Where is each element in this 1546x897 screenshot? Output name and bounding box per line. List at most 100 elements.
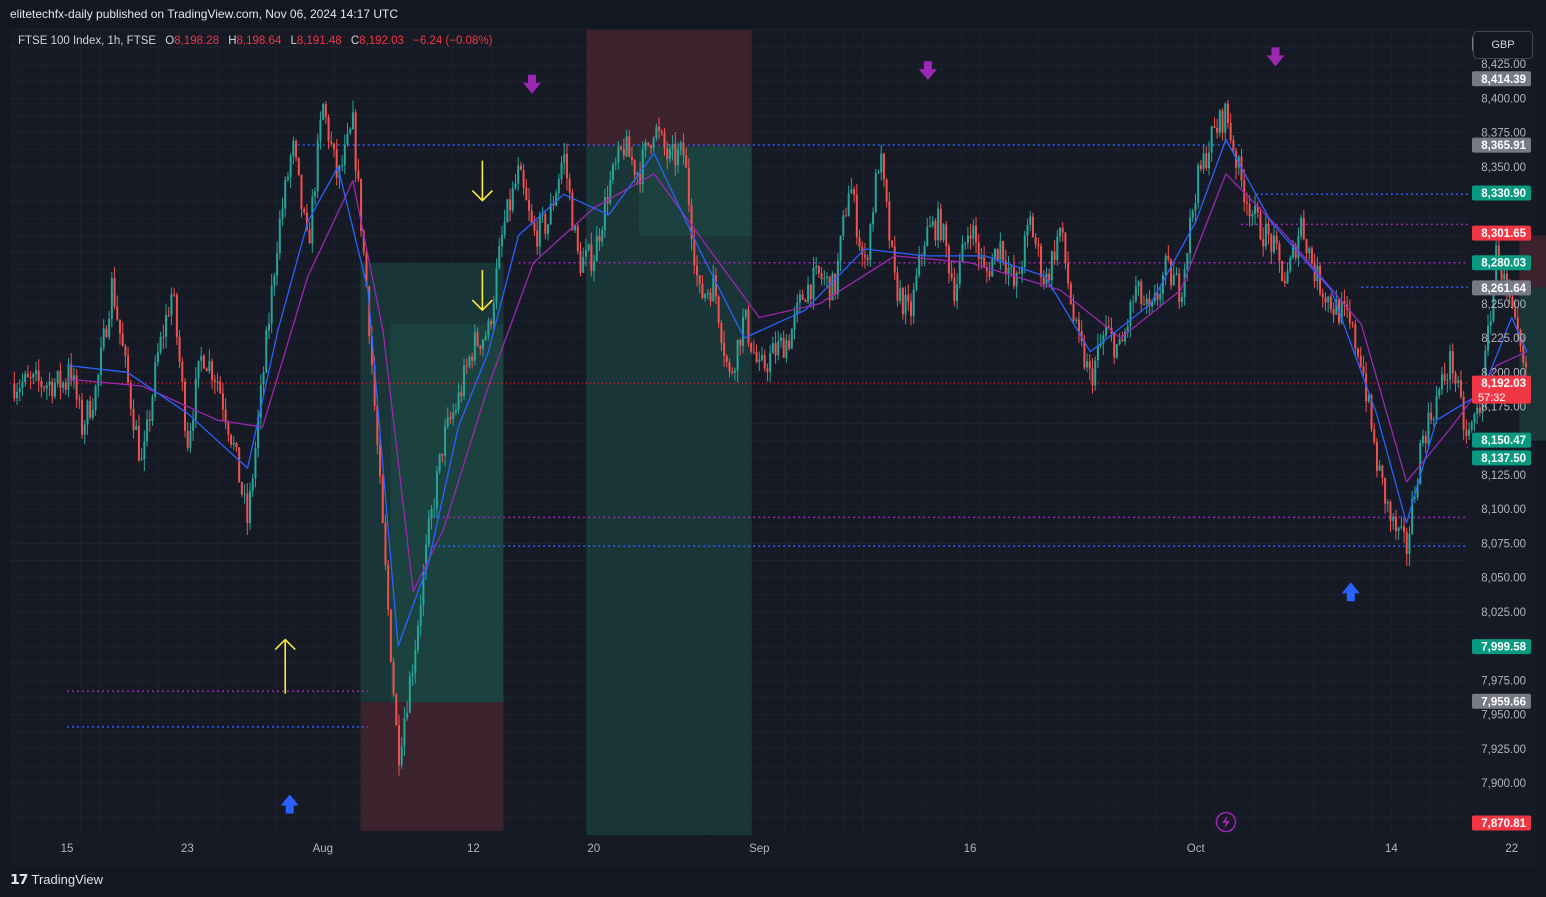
candle-body xyxy=(882,153,885,180)
candle-body xyxy=(763,355,766,369)
candle-body xyxy=(265,330,268,373)
candle-body xyxy=(980,257,983,259)
candle-body xyxy=(904,294,907,315)
candle-body xyxy=(988,271,991,277)
price-axis[interactable]: 7,900.00 7,925.00 7,950.00 7,975.00 8,025.00… xyxy=(1481,59,1526,790)
candle-body xyxy=(1270,234,1273,252)
candle-body xyxy=(1424,435,1427,444)
time-axis[interactable]: 1523Aug1220Sep16Oct1422Nov1118 xyxy=(61,843,1546,855)
candle-body xyxy=(1075,319,1078,321)
candle-body xyxy=(1175,273,1178,275)
candle-body xyxy=(29,376,32,378)
candle-body xyxy=(1408,533,1411,554)
candle-body xyxy=(972,225,975,239)
candle-body xyxy=(796,302,799,314)
candle-body xyxy=(622,148,625,156)
candle-body xyxy=(159,336,162,353)
candle-body xyxy=(1156,293,1159,300)
candle-body xyxy=(230,434,233,445)
zone-profit xyxy=(638,146,752,236)
candle-body xyxy=(1178,273,1181,302)
candle-body xyxy=(633,159,636,175)
candle-body xyxy=(94,386,97,411)
candle-body xyxy=(487,320,490,337)
candle-body xyxy=(495,268,498,304)
candle-body xyxy=(530,210,533,223)
candle-body xyxy=(820,273,823,280)
zone-loss xyxy=(360,702,504,831)
x-tick-label: 16 xyxy=(964,843,977,855)
candle-body xyxy=(812,267,815,300)
candle-body xyxy=(945,224,948,247)
candle-body xyxy=(1026,224,1029,236)
candle-body xyxy=(473,332,476,361)
candle-body xyxy=(555,192,558,206)
replay-icon[interactable] xyxy=(1215,811,1237,833)
candle-body xyxy=(649,145,652,148)
candle-body xyxy=(40,380,43,388)
candle-body xyxy=(579,251,582,273)
candle-body xyxy=(522,170,525,188)
symbol-label[interactable]: FTSE 100 Index, 1h, FTSE xyxy=(18,35,156,47)
candle-body xyxy=(674,144,677,166)
candle-body xyxy=(1037,244,1040,246)
candle-body xyxy=(1305,239,1308,253)
candle-body xyxy=(782,337,785,358)
candle-body xyxy=(1503,273,1506,280)
candle-body xyxy=(1129,301,1132,327)
candle-body xyxy=(89,400,92,418)
price-label: 8,150.47 xyxy=(1481,435,1526,447)
candle-body xyxy=(335,148,338,178)
candle-body xyxy=(1050,251,1053,281)
candle-body xyxy=(590,244,593,271)
candle-body xyxy=(788,340,791,349)
candle-body xyxy=(116,306,119,320)
candle-body xyxy=(349,129,352,134)
y-tick-label: 7,900.00 xyxy=(1481,778,1526,790)
candle-body xyxy=(996,248,999,260)
currency-button[interactable]: GBP xyxy=(1473,31,1533,59)
candle-body xyxy=(709,292,712,302)
candle-body xyxy=(771,343,774,354)
candle-body xyxy=(752,351,755,353)
candle-body xyxy=(354,112,357,171)
candle-body xyxy=(1470,422,1473,430)
candle-body xyxy=(658,126,661,131)
candle-body xyxy=(1259,212,1262,240)
candle-body xyxy=(438,453,441,472)
candle-body xyxy=(400,746,403,765)
candle-body xyxy=(32,373,35,378)
price-chart[interactable]: 7,900.00 7,925.00 7,950.00 7,975.00 8,025.00… xyxy=(0,0,1546,897)
price-label: 8,192.03 xyxy=(1481,378,1526,390)
candle-body xyxy=(1096,345,1099,361)
candle-body xyxy=(1373,428,1376,443)
high-label: H xyxy=(228,35,237,47)
candle-body xyxy=(78,399,81,401)
candle-body xyxy=(907,294,910,302)
candle-body xyxy=(1400,526,1403,528)
footer-brand[interactable]: TradingView xyxy=(31,872,103,887)
candle-body xyxy=(947,246,950,274)
candle-body xyxy=(546,224,549,234)
candle-body xyxy=(175,294,178,337)
candle-body xyxy=(769,353,772,372)
candle-body xyxy=(1273,235,1276,252)
candle-body xyxy=(682,142,685,156)
candle-body xyxy=(1023,235,1026,267)
candle-body xyxy=(953,277,956,302)
candle-body xyxy=(384,522,387,565)
candle-body xyxy=(706,292,709,295)
y-tick-label: 8,050.00 xyxy=(1481,573,1526,585)
candle-body xyxy=(162,336,165,338)
y-tick-label: 8,075.00 xyxy=(1481,538,1526,550)
candle-body xyxy=(514,183,517,188)
candle-body xyxy=(56,370,59,383)
candle-body xyxy=(295,140,298,158)
candle-body xyxy=(43,387,46,389)
candle-body xyxy=(59,370,62,388)
candle-body xyxy=(1137,281,1140,287)
candle-body xyxy=(1113,333,1116,358)
candle-body xyxy=(563,153,566,163)
candle-body xyxy=(208,361,211,372)
candle-body xyxy=(1189,217,1192,254)
